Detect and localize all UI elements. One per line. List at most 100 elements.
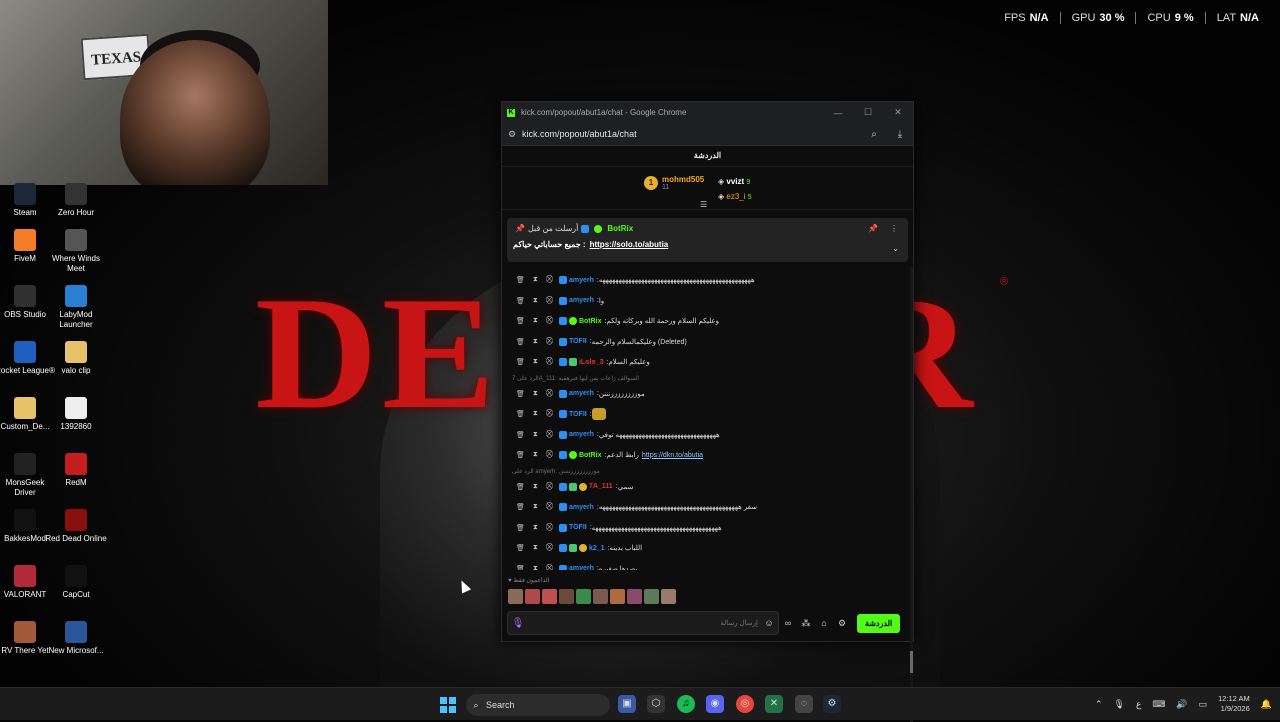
- close-button[interactable]: ✕: [883, 107, 913, 118]
- chat-message[interactable]: 🗑 ⧗ ⛒ TOFII: هههههههههههههههههههههههههههههه…: [502, 518, 907, 539]
- chat-input-box[interactable]: 🎙 ☺: [507, 611, 779, 635]
- trash-icon[interactable]: 🗑: [516, 503, 525, 511]
- timeout-icon[interactable]: ⧗: [533, 524, 538, 532]
- unpin-icon[interactable]: 📌: [868, 224, 878, 233]
- supporter-avatar[interactable]: [542, 589, 557, 604]
- chat-username[interactable]: amyerh: [569, 277, 594, 284]
- chat-message[interactable]: 🗑 ⧗ ⛒ 7A_111: سمي: [502, 477, 907, 498]
- chat-message[interactable]: 🗑 ⧗ ⛒ amyerh: سفر ههههههههههههههههههههههههه…: [502, 497, 907, 518]
- timeout-icon[interactable]: ⧗: [533, 503, 538, 511]
- timeout-icon[interactable]: ⧗: [533, 390, 538, 398]
- timeout-icon[interactable]: ⧗: [533, 276, 538, 284]
- ban-icon[interactable]: ⛒: [546, 276, 553, 284]
- ban-icon[interactable]: ⛒: [546, 297, 553, 305]
- chat-username[interactable]: TOFII: [569, 411, 587, 418]
- chat-message[interactable]: 🗑 ⧗ ⛒ BotRix: رابط الدعم https://dkn.to/abut…: [502, 445, 907, 466]
- desktop-icon-labymod[interactable]: LabyMod Launcher: [45, 285, 107, 330]
- scrollbar-thumb[interactable]: [910, 651, 913, 673]
- battery-icon[interactable]: ▭: [1199, 699, 1208, 710]
- supporter-avatar[interactable]: [610, 589, 625, 604]
- chat-username[interactable]: BotRix: [579, 318, 602, 325]
- trash-icon[interactable]: 🗑: [516, 451, 525, 459]
- chat-message[interactable]: 🗑 ⧗ ⛒ amyerh: ههههههههههههههههههههههههههههه…: [502, 425, 907, 446]
- gear-icon[interactable]: ⚙: [833, 618, 851, 629]
- discord-icon[interactable]: ◉: [706, 695, 724, 713]
- ban-icon[interactable]: ⛒: [546, 431, 553, 439]
- trash-icon[interactable]: 🗑: [516, 358, 525, 366]
- download-icon[interactable]: ⤓: [887, 129, 913, 140]
- language-indicator[interactable]: ع: [1136, 699, 1141, 710]
- pinned-user[interactable]: BotRix: [607, 224, 633, 233]
- ban-icon[interactable]: ⛒: [546, 524, 553, 532]
- trash-icon[interactable]: 🗑: [516, 297, 525, 305]
- supporter-avatar[interactable]: [593, 589, 608, 604]
- chat-username[interactable]: TOFII: [569, 524, 587, 531]
- supporter-avatar[interactable]: [525, 589, 540, 604]
- chat-username[interactable]: amyerh: [569, 390, 594, 397]
- timeout-icon[interactable]: ⧗: [533, 483, 538, 491]
- taskbar-app-icon-2[interactable]: ⬡: [647, 695, 665, 713]
- emoji-icon[interactable]: ☺: [760, 618, 778, 628]
- site-info-icon[interactable]: ⚙: [502, 129, 522, 140]
- send-chat-button[interactable]: الدردشة: [857, 613, 901, 633]
- supporter-avatar[interactable]: [627, 589, 642, 604]
- taskbar-search[interactable]: ⌕ Search: [466, 694, 610, 716]
- chat-message[interactable]: 🗑 ⧗ ⛒ amyerh: ههههههههههههههههههههههههههههه…: [502, 270, 907, 291]
- trash-icon[interactable]: 🗑: [516, 276, 525, 284]
- link-icon[interactable]: ∞: [779, 618, 797, 628]
- timeout-icon[interactable]: ⧗: [533, 317, 538, 325]
- taskbar-app-icon[interactable]: ▣: [618, 695, 636, 713]
- store-icon[interactable]: ⌂: [815, 618, 833, 628]
- volume-icon[interactable]: 🔊: [1176, 699, 1187, 710]
- chat-message[interactable]: 🗑 ⧗ ⛒ amyerh: موززززززززنننن: [502, 384, 907, 405]
- timeout-icon[interactable]: ⧗: [533, 297, 538, 305]
- users-icon[interactable]: ⁂: [797, 618, 815, 629]
- timeout-icon[interactable]: ⧗: [533, 431, 538, 439]
- ban-icon[interactable]: ⛒: [546, 565, 553, 570]
- trash-icon[interactable]: 🗑: [516, 565, 525, 570]
- leader-runners-up[interactable]: ◈ vvizt 9 ◈ ez3_i 5: [718, 175, 752, 205]
- ban-icon[interactable]: ⛒: [546, 451, 553, 459]
- ban-icon[interactable]: ⛒: [546, 338, 553, 346]
- trash-icon[interactable]: 🗑: [516, 338, 525, 346]
- chat-message[interactable]: 🗑 ⧗ ⛒ BotRix: وعليكم السلام ورحمة الله وبرك…: [502, 311, 907, 332]
- pinned-link[interactable]: https://solo.to/abutia: [590, 240, 669, 249]
- chat-input[interactable]: [528, 618, 760, 628]
- leader-first[interactable]: 1 mohmd505 11: [644, 175, 704, 191]
- chat-message[interactable]: 🗑 ⧗ ⛒ amyerh: وا: [502, 291, 907, 312]
- desktop-icon-new-microsoft-word[interactable]: New Microsof...: [45, 621, 107, 656]
- supporter-avatar[interactable]: [576, 589, 591, 604]
- chat-username[interactable]: amyerh: [569, 297, 594, 304]
- network-icon[interactable]: ⌨: [1152, 699, 1165, 710]
- chat-scrollbar[interactable]: [910, 267, 913, 722]
- supporter-avatar[interactable]: [508, 589, 523, 604]
- chat-username[interactable]: BotRix: [579, 452, 602, 459]
- ban-icon[interactable]: ⛒: [546, 317, 553, 325]
- timeout-icon[interactable]: ⧗: [533, 451, 538, 459]
- spotify-icon[interactable]: ♫: [677, 695, 695, 713]
- supporter-avatar[interactable]: [661, 589, 676, 604]
- minimize-button[interactable]: —: [823, 108, 853, 118]
- timeout-icon[interactable]: ⧗: [533, 544, 538, 552]
- desktop-icon-capcut[interactable]: CapCut: [45, 565, 107, 600]
- trash-icon[interactable]: 🗑: [516, 390, 525, 398]
- chat-username[interactable]: k2_1: [589, 545, 605, 552]
- desktop-icon-red-dead-online[interactable]: Red Dead Online: [45, 509, 107, 544]
- chat-message[interactable]: 🗑 ⧗ ⛒ k2_1: اللباب بدينه: [502, 538, 907, 559]
- chat-username[interactable]: 7A_111: [589, 483, 613, 490]
- trash-icon[interactable]: 🗑: [516, 317, 525, 325]
- chat-link[interactable]: https://dkn.to/abutia: [642, 452, 703, 459]
- microphone-icon[interactable]: 🎙: [508, 618, 528, 629]
- timeout-icon[interactable]: ⧗: [533, 358, 538, 366]
- desktop-icon-zero-hour[interactable]: Zero Hour: [45, 183, 107, 218]
- trash-icon[interactable]: 🗑: [516, 483, 525, 491]
- ban-icon[interactable]: ⛒: [546, 358, 553, 366]
- notification-icon[interactable]: 🔔: [1261, 699, 1272, 710]
- trash-icon[interactable]: 🗑: [516, 524, 525, 532]
- trash-icon[interactable]: 🗑: [516, 410, 525, 418]
- ban-icon[interactable]: ⛒: [546, 503, 553, 511]
- chat-message[interactable]: 🗑 ⧗ ⛒ TOFII: وعليكمالسلام والرحمه (Deleted): [502, 332, 907, 353]
- clock[interactable]: 12:12 AM 1/9/2026: [1218, 694, 1250, 714]
- ban-icon[interactable]: ⛒: [546, 410, 553, 418]
- desktop-icon-valo-clip[interactable]: valo clip: [45, 341, 107, 376]
